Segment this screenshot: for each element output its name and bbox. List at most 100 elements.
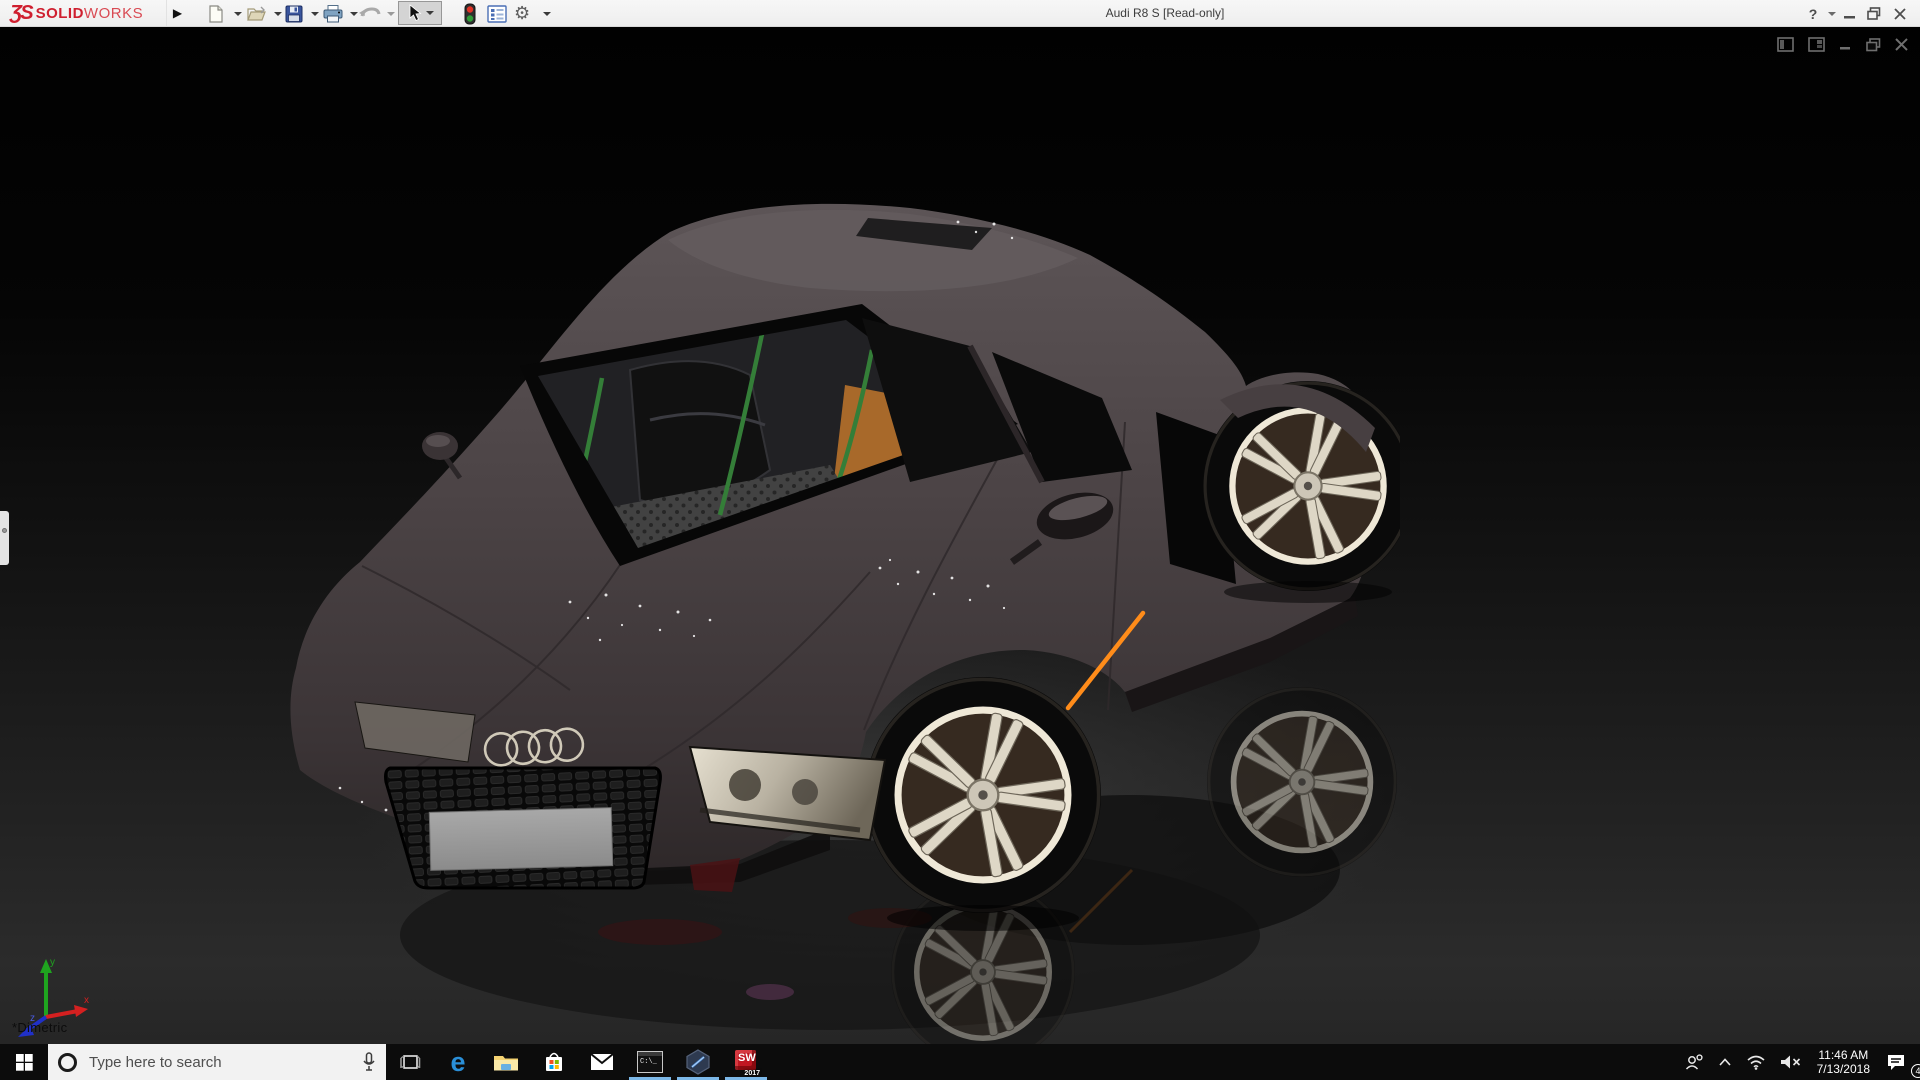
store-icon	[543, 1051, 565, 1073]
cortana-icon	[58, 1053, 77, 1072]
taskbar: Type here to search e	[0, 1044, 1920, 1080]
open-dropdown[interactable]	[271, 1, 282, 26]
open-folder-icon	[246, 4, 268, 24]
view-orientation-label: *Dimetric	[12, 1020, 67, 1035]
stoplight-icon	[463, 3, 477, 25]
network-button[interactable]	[1739, 1044, 1773, 1080]
options-button[interactable]: ⚙	[514, 1, 530, 26]
collapsed-panel-tab[interactable]	[0, 511, 9, 565]
print-button[interactable]	[322, 1, 344, 26]
cmd-prompt-text: C:\_	[640, 1058, 657, 1066]
taskbar-solidworks[interactable]: SW 2017	[722, 1044, 770, 1080]
people-button[interactable]	[1677, 1044, 1711, 1080]
undo-button[interactable]	[358, 1, 382, 26]
mail-icon	[590, 1053, 614, 1071]
taskbar-edge[interactable]: e	[434, 1044, 482, 1080]
windows-logo-icon	[16, 1054, 33, 1071]
rear-wheel-shadow	[1224, 581, 1392, 603]
solidworks-2017-icon: SW 2017	[733, 1049, 759, 1075]
printer-icon	[322, 4, 344, 24]
panel-tab-dot	[2, 528, 7, 533]
task-view-button[interactable]	[386, 1044, 434, 1080]
open-button[interactable]	[246, 1, 268, 26]
chevron-down-icon	[426, 11, 434, 15]
notification-badge: 4	[1911, 1064, 1920, 1078]
tray-time: 11:46 AM	[1817, 1048, 1870, 1062]
minimize-icon	[1844, 8, 1856, 20]
save-button[interactable]	[284, 1, 304, 26]
taskbar-clock[interactable]: 11:46 AM 7/13/2018	[1809, 1048, 1878, 1076]
start-button[interactable]	[0, 1044, 48, 1080]
taskbar-command-prompt[interactable]: C:\_	[626, 1044, 674, 1080]
triad-x-label: x	[84, 995, 89, 1006]
chevron-down-icon	[387, 12, 395, 16]
titlebar: ƷS SOLID WORKS ▶	[0, 0, 1920, 27]
sw-letters: SW	[738, 1052, 756, 1064]
chevron-down-icon	[311, 12, 319, 16]
save-floppy-icon	[284, 4, 304, 24]
close-icon	[1894, 8, 1906, 20]
file-explorer-icon	[493, 1052, 519, 1073]
featuremanager-pane-icon[interactable]	[1777, 37, 1794, 52]
chevron-down-icon	[234, 12, 242, 16]
front-wheel	[865, 677, 1101, 913]
save-dropdown[interactable]	[308, 1, 319, 26]
undo-dropdown[interactable]	[384, 1, 395, 26]
system-tray: 11:46 AM 7/13/2018 4	[1677, 1044, 1920, 1080]
cmd-titlebar	[638, 1052, 662, 1056]
restore-button[interactable]	[1863, 0, 1885, 27]
taskbar-mail[interactable]	[578, 1044, 626, 1080]
help-dropdown[interactable]	[1824, 0, 1836, 27]
chevron-down-icon	[274, 12, 282, 16]
command-prompt-icon: C:\_	[637, 1051, 663, 1073]
people-icon	[1684, 1053, 1704, 1071]
search-placeholder-text: Type here to search	[89, 1054, 362, 1071]
help-button[interactable]: ?	[1803, 0, 1823, 27]
document-window-controls	[1777, 37, 1908, 52]
volume-button[interactable]	[1773, 1044, 1809, 1080]
display-pane-icon	[486, 4, 508, 24]
doc-restore-icon[interactable]	[1866, 38, 1881, 52]
wifi-icon	[1746, 1054, 1766, 1070]
select-cursor-icon	[407, 4, 423, 22]
taskbar-hexagon-app[interactable]	[674, 1044, 722, 1080]
new-document-icon	[206, 4, 226, 24]
new-document-button[interactable]	[206, 1, 226, 26]
chevron-down-icon	[1828, 12, 1836, 16]
options-dropdown[interactable]	[540, 1, 551, 26]
print-dropdown[interactable]	[347, 1, 358, 26]
hidden-icons-button[interactable]	[1711, 1044, 1739, 1080]
action-center-icon	[1886, 1053, 1906, 1071]
minimize-button[interactable]	[1840, 0, 1860, 27]
menu-expand-button[interactable]: ▶	[166, 0, 188, 26]
graphics-viewport[interactable]: x y z *Dimetric	[0, 27, 1920, 1044]
mirror-left	[422, 432, 460, 478]
edge-icon: e	[450, 1052, 465, 1072]
search-input[interactable]: Type here to search	[48, 1044, 386, 1080]
chevron-up-icon	[1718, 1057, 1732, 1067]
gear-icon: ⚙	[514, 3, 530, 24]
tray-date: 7/13/2018	[1817, 1062, 1870, 1076]
chevron-down-icon	[543, 12, 551, 16]
doc-close-icon[interactable]	[1895, 38, 1908, 51]
car-3d-render	[270, 170, 1400, 1044]
display-pane-button[interactable]	[486, 1, 508, 26]
solidworks-logo-mark: ƷS	[10, 2, 32, 25]
hexagon-app-icon	[685, 1049, 711, 1075]
doc-minimize-icon[interactable]	[1839, 38, 1852, 51]
undo-arrow-icon	[358, 4, 382, 24]
task-view-icon	[399, 1053, 421, 1071]
close-button[interactable]	[1889, 0, 1911, 27]
select-tool-button[interactable]	[398, 1, 442, 25]
action-center-button[interactable]: 4	[1878, 1044, 1920, 1080]
volume-muted-icon	[1780, 1054, 1802, 1070]
new-document-dropdown[interactable]	[231, 1, 242, 26]
task-pane-icon[interactable]	[1808, 37, 1825, 52]
taskbar-file-explorer[interactable]	[482, 1044, 530, 1080]
view-stoplight-button[interactable]	[463, 1, 477, 26]
triad-y-label: y	[50, 957, 55, 968]
taskbar-store[interactable]	[530, 1044, 578, 1080]
front-wheel-shadow	[887, 905, 1079, 931]
microphone-icon[interactable]	[362, 1052, 376, 1072]
restore-icon	[1867, 7, 1881, 20]
